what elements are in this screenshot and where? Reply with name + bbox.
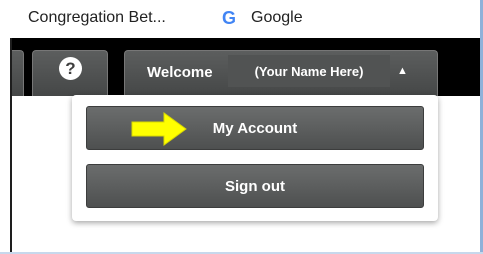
toolbar-tab[interactable] (10, 50, 24, 96)
account-dropdown: My Account Sign out (72, 95, 438, 221)
sign-out-button[interactable]: Sign out (86, 164, 424, 208)
user-name: (Your Name Here) (228, 55, 390, 87)
arrow-right-icon (131, 112, 187, 146)
frame-border (10, 38, 12, 254)
caret-up-icon[interactable]: ▲ (397, 65, 408, 77)
help-icon: ? (59, 57, 82, 80)
sign-out-label: Sign out (225, 177, 285, 195)
welcome-label: Welcome (147, 64, 213, 81)
account-menu-toggle[interactable]: Welcome (Your Name Here) ▲ (124, 50, 438, 96)
bookmark-congregation[interactable]: Congregation Bet... (28, 7, 166, 29)
bookmark-google[interactable]: G Google (222, 7, 303, 29)
my-account-label: My Account (212, 119, 298, 137)
bookmarks-bar: Congregation Bet... G Google × (0, 0, 483, 38)
google-g-icon: G (222, 7, 237, 28)
help-button[interactable]: ? (32, 50, 108, 96)
bookmark-label: Congregation Bet... (28, 9, 166, 26)
site-toolbar: ? Welcome (Your Name Here) ▲ (10, 38, 480, 96)
bookmark-label: Google (251, 9, 303, 26)
